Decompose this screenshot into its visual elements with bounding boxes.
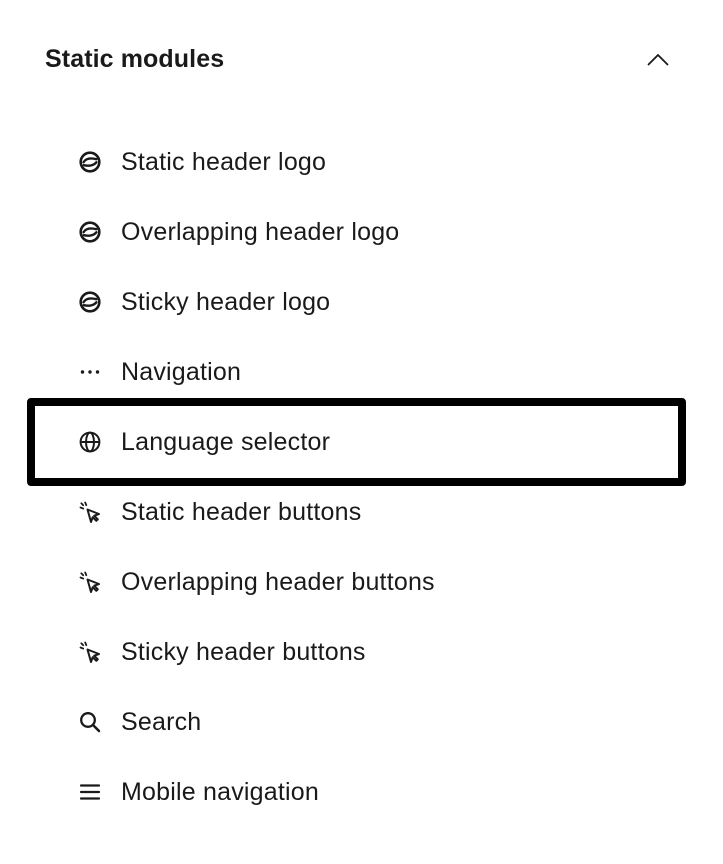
module-label: Sticky header buttons xyxy=(121,637,366,666)
cursor-click-icon xyxy=(78,500,102,524)
module-label: Static header logo xyxy=(121,147,327,176)
logo-icon xyxy=(78,290,102,314)
cursor-click-icon xyxy=(78,640,102,664)
logo-icon xyxy=(78,150,102,174)
module-item-overlapping-header-buttons[interactable]: Overlapping header buttons xyxy=(0,547,723,617)
module-item-static-header-logo[interactable]: Static header logo xyxy=(0,127,723,197)
module-label: Sticky header logo xyxy=(121,287,331,316)
module-item-language-selector[interactable]: Language selector xyxy=(0,398,723,486)
module-label: Mobile navigation xyxy=(121,777,319,806)
module-item-overlapping-header-logo[interactable]: Overlapping header logo xyxy=(0,197,723,267)
module-label: Language selector xyxy=(121,427,331,456)
search-icon xyxy=(78,710,102,734)
module-label: Static header buttons xyxy=(121,497,362,526)
module-label: Navigation xyxy=(121,357,242,386)
section-header-static-modules[interactable]: Static modules xyxy=(45,36,677,82)
module-label: Overlapping header buttons xyxy=(121,567,435,596)
module-item-search[interactable]: Search xyxy=(0,687,723,757)
globe-icon xyxy=(78,430,102,454)
module-label: Search xyxy=(121,707,202,736)
logo-icon xyxy=(78,220,102,244)
module-item-sticky-header-logo[interactable]: Sticky header logo xyxy=(0,267,723,337)
menu-icon xyxy=(78,780,102,804)
module-item-static-header-buttons[interactable]: Static header buttons xyxy=(0,477,723,547)
module-list: Static header logo Overlapping header lo… xyxy=(0,127,723,827)
ellipsis-icon xyxy=(78,360,102,384)
section-title: Static modules xyxy=(45,44,225,73)
chevron-up-icon[interactable] xyxy=(629,39,669,79)
module-item-sticky-header-buttons[interactable]: Sticky header buttons xyxy=(0,617,723,687)
module-item-navigation[interactable]: Navigation xyxy=(0,337,723,407)
cursor-click-icon xyxy=(78,570,102,594)
module-label: Overlapping header logo xyxy=(121,217,400,246)
module-item-mobile-navigation[interactable]: Mobile navigation xyxy=(0,757,723,827)
